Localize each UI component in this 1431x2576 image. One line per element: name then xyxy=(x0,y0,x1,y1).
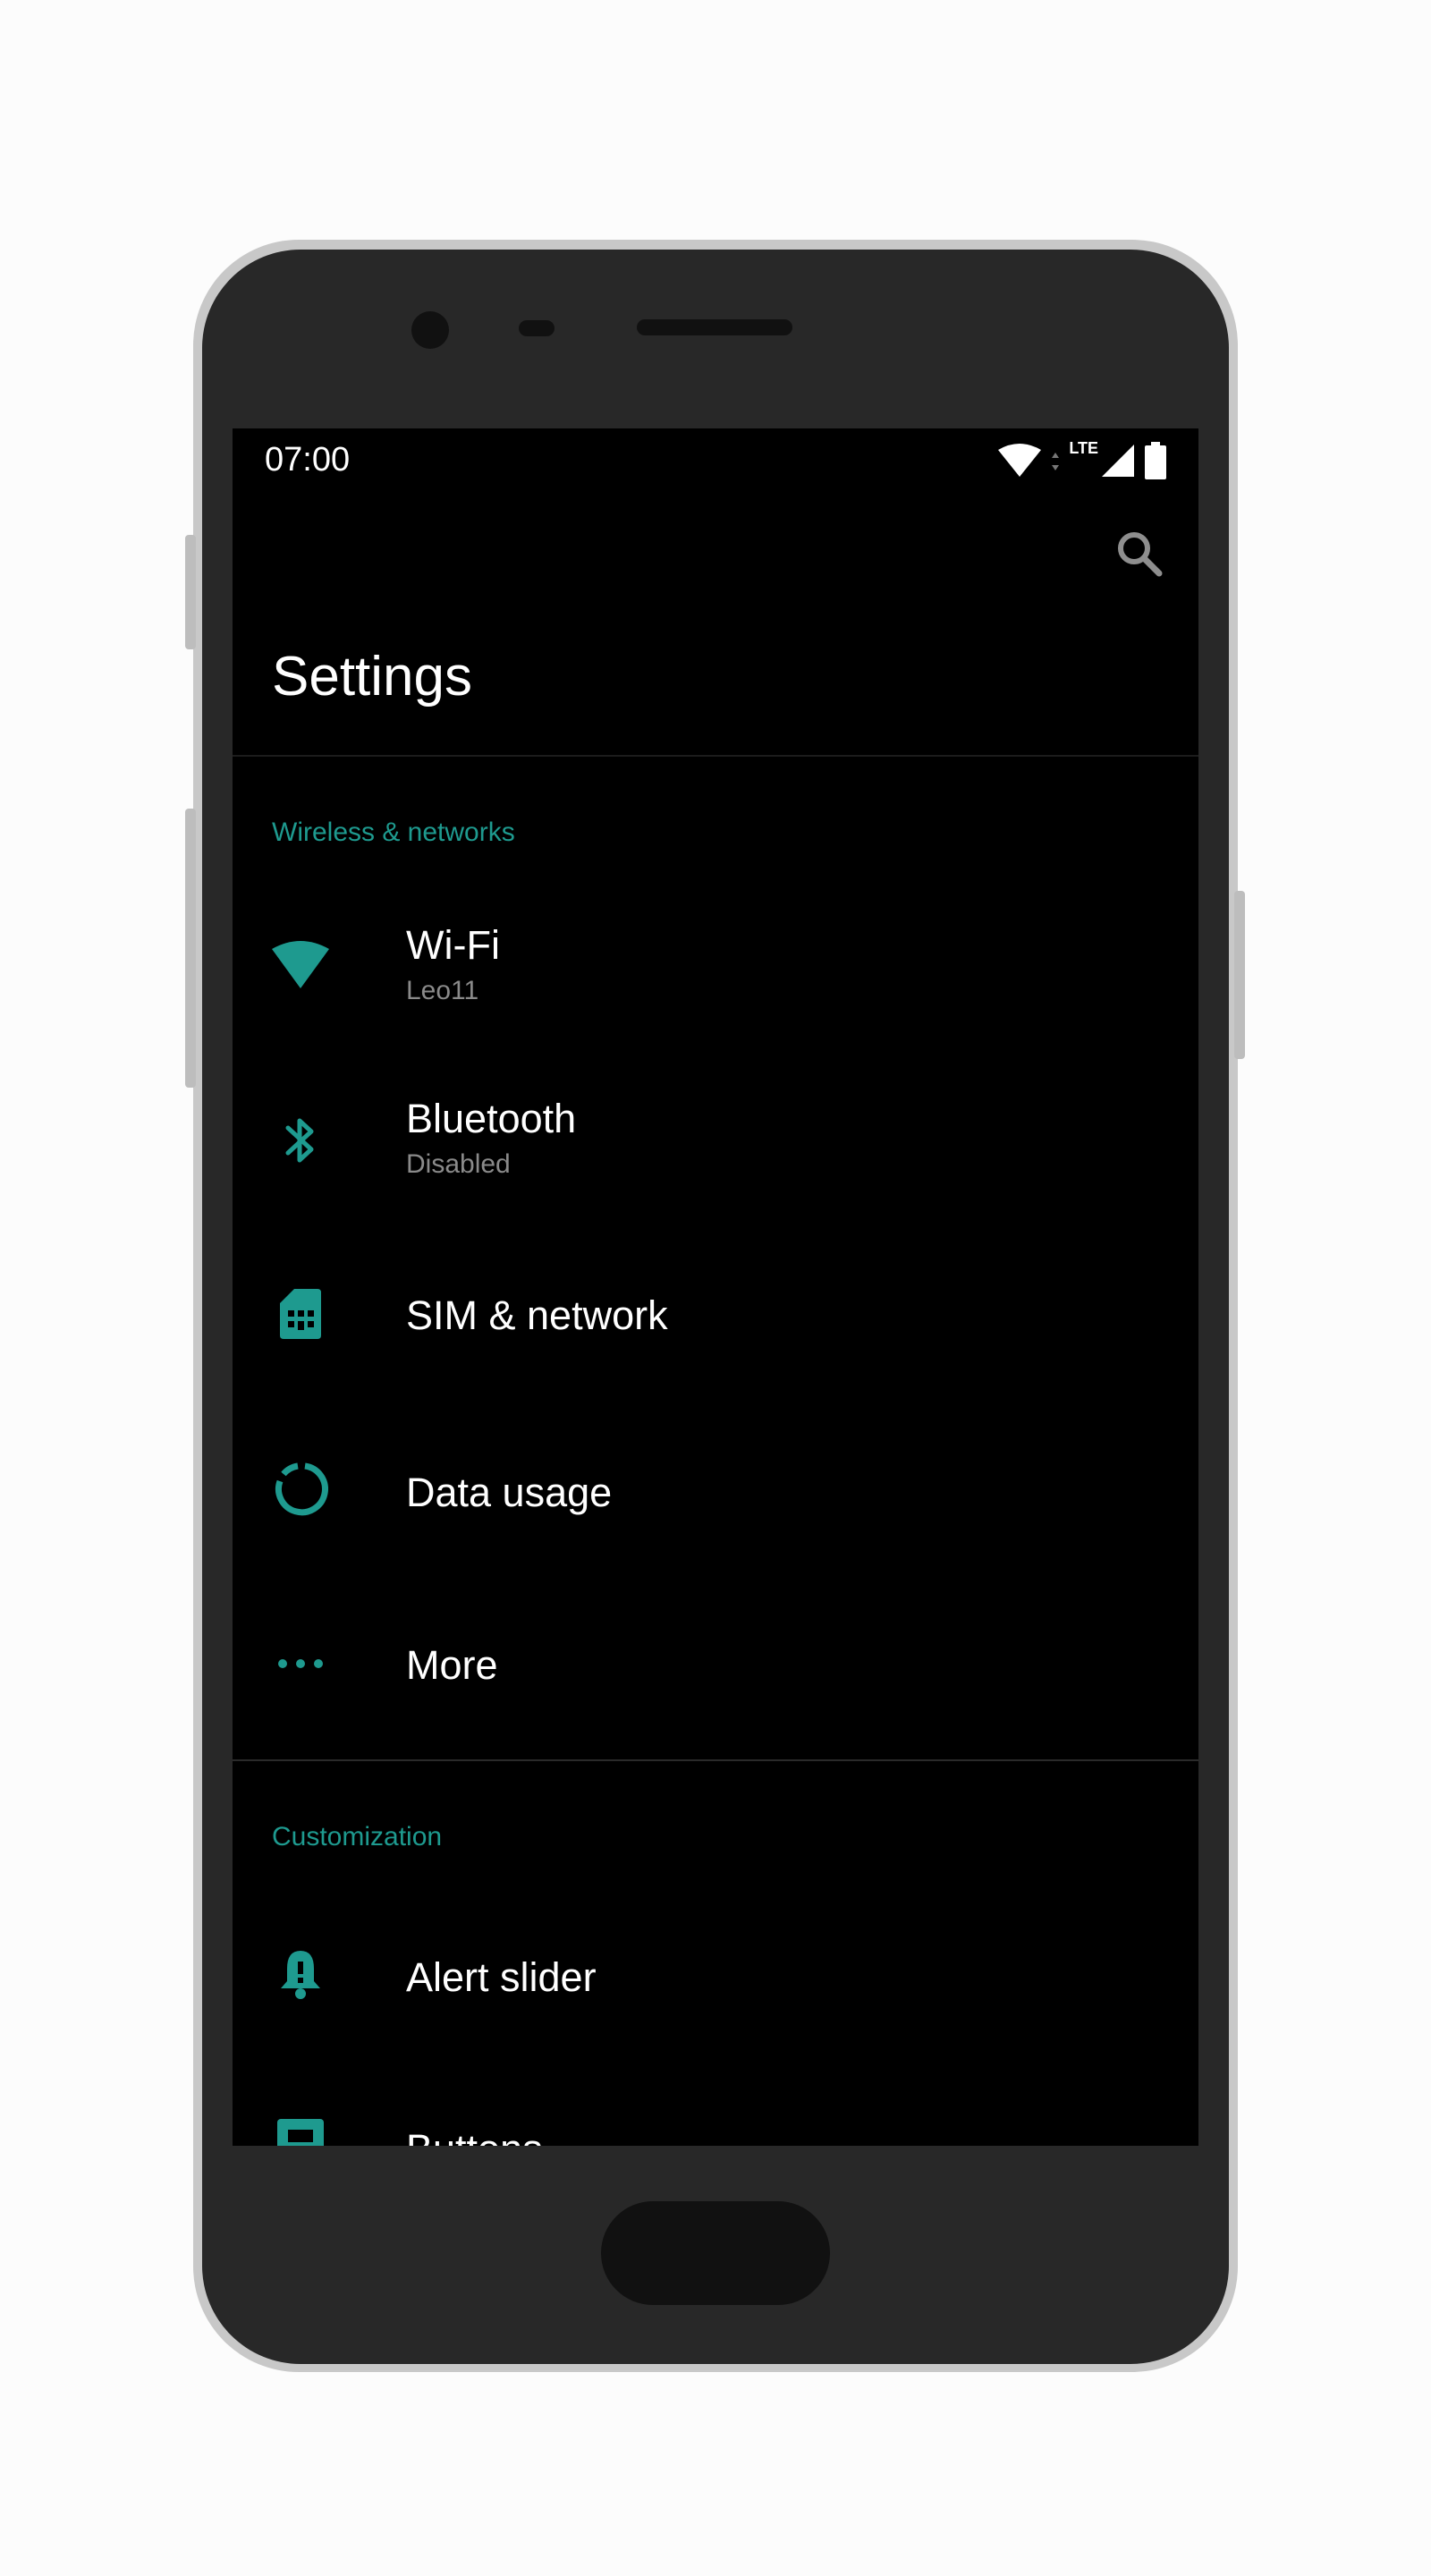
divider xyxy=(233,755,1198,757)
page-title: Settings xyxy=(272,646,473,708)
status-bar: 07:00 LTE xyxy=(233,428,1198,493)
cell-signal-icon xyxy=(1100,443,1136,479)
earpiece-speaker xyxy=(637,319,792,335)
setting-label: SIM & network xyxy=(406,1292,668,1338)
section-header-wireless: Wireless & networks xyxy=(272,818,515,847)
setting-summary: Disabled xyxy=(406,1149,511,1179)
search-icon[interactable] xyxy=(1113,527,1166,580)
power-button xyxy=(1234,891,1245,1059)
screen: 07:00 LTE Settings Wireless & networks W… xyxy=(233,428,1198,2146)
status-icons: LTE xyxy=(997,437,1166,484)
more-dots-icon xyxy=(268,1631,333,1696)
setting-buttons[interactable]: Buttons xyxy=(233,2062,1198,2146)
proximity-sensor xyxy=(519,320,555,336)
setting-data-usage[interactable]: Data usage xyxy=(233,1403,1198,1577)
status-time: 07:00 xyxy=(265,441,351,479)
bell-icon xyxy=(268,1942,333,2006)
setting-label: More xyxy=(406,1642,498,1688)
setting-more[interactable]: More xyxy=(233,1578,1198,1751)
sim-card-icon xyxy=(268,1282,333,1346)
network-type-label: LTE xyxy=(1069,439,1098,457)
setting-bluetooth[interactable]: Bluetooth Disabled xyxy=(233,1055,1198,1228)
battery-icon xyxy=(1145,442,1166,479)
section-header-customization: Customization xyxy=(272,1822,443,1852)
setting-label: Data usage xyxy=(406,1470,613,1515)
alert-slider-hardware xyxy=(185,535,196,649)
setting-summary: Leo11 xyxy=(406,976,479,1005)
data-arrows-icon xyxy=(1051,445,1060,476)
home-button[interactable] xyxy=(601,2201,830,2305)
setting-sim-network[interactable]: SIM & network xyxy=(233,1228,1198,1402)
divider xyxy=(233,1759,1198,1761)
setting-label: Bluetooth xyxy=(406,1096,577,1141)
buttons-icon xyxy=(268,2114,333,2146)
setting-wifi[interactable]: Wi-Fi Leo11 xyxy=(233,881,1198,1055)
wifi-icon xyxy=(268,933,333,997)
bluetooth-icon xyxy=(268,1108,333,1173)
setting-label: Alert slider xyxy=(406,1954,597,2000)
front-camera xyxy=(411,311,449,349)
setting-label: Wi-Fi xyxy=(406,922,500,968)
setting-alert-slider[interactable]: Alert slider xyxy=(233,1888,1198,2062)
data-usage-icon xyxy=(268,1457,333,1521)
wifi-status-icon xyxy=(997,443,1042,479)
setting-label: Buttons xyxy=(406,2126,543,2146)
volume-button xyxy=(185,809,196,1088)
